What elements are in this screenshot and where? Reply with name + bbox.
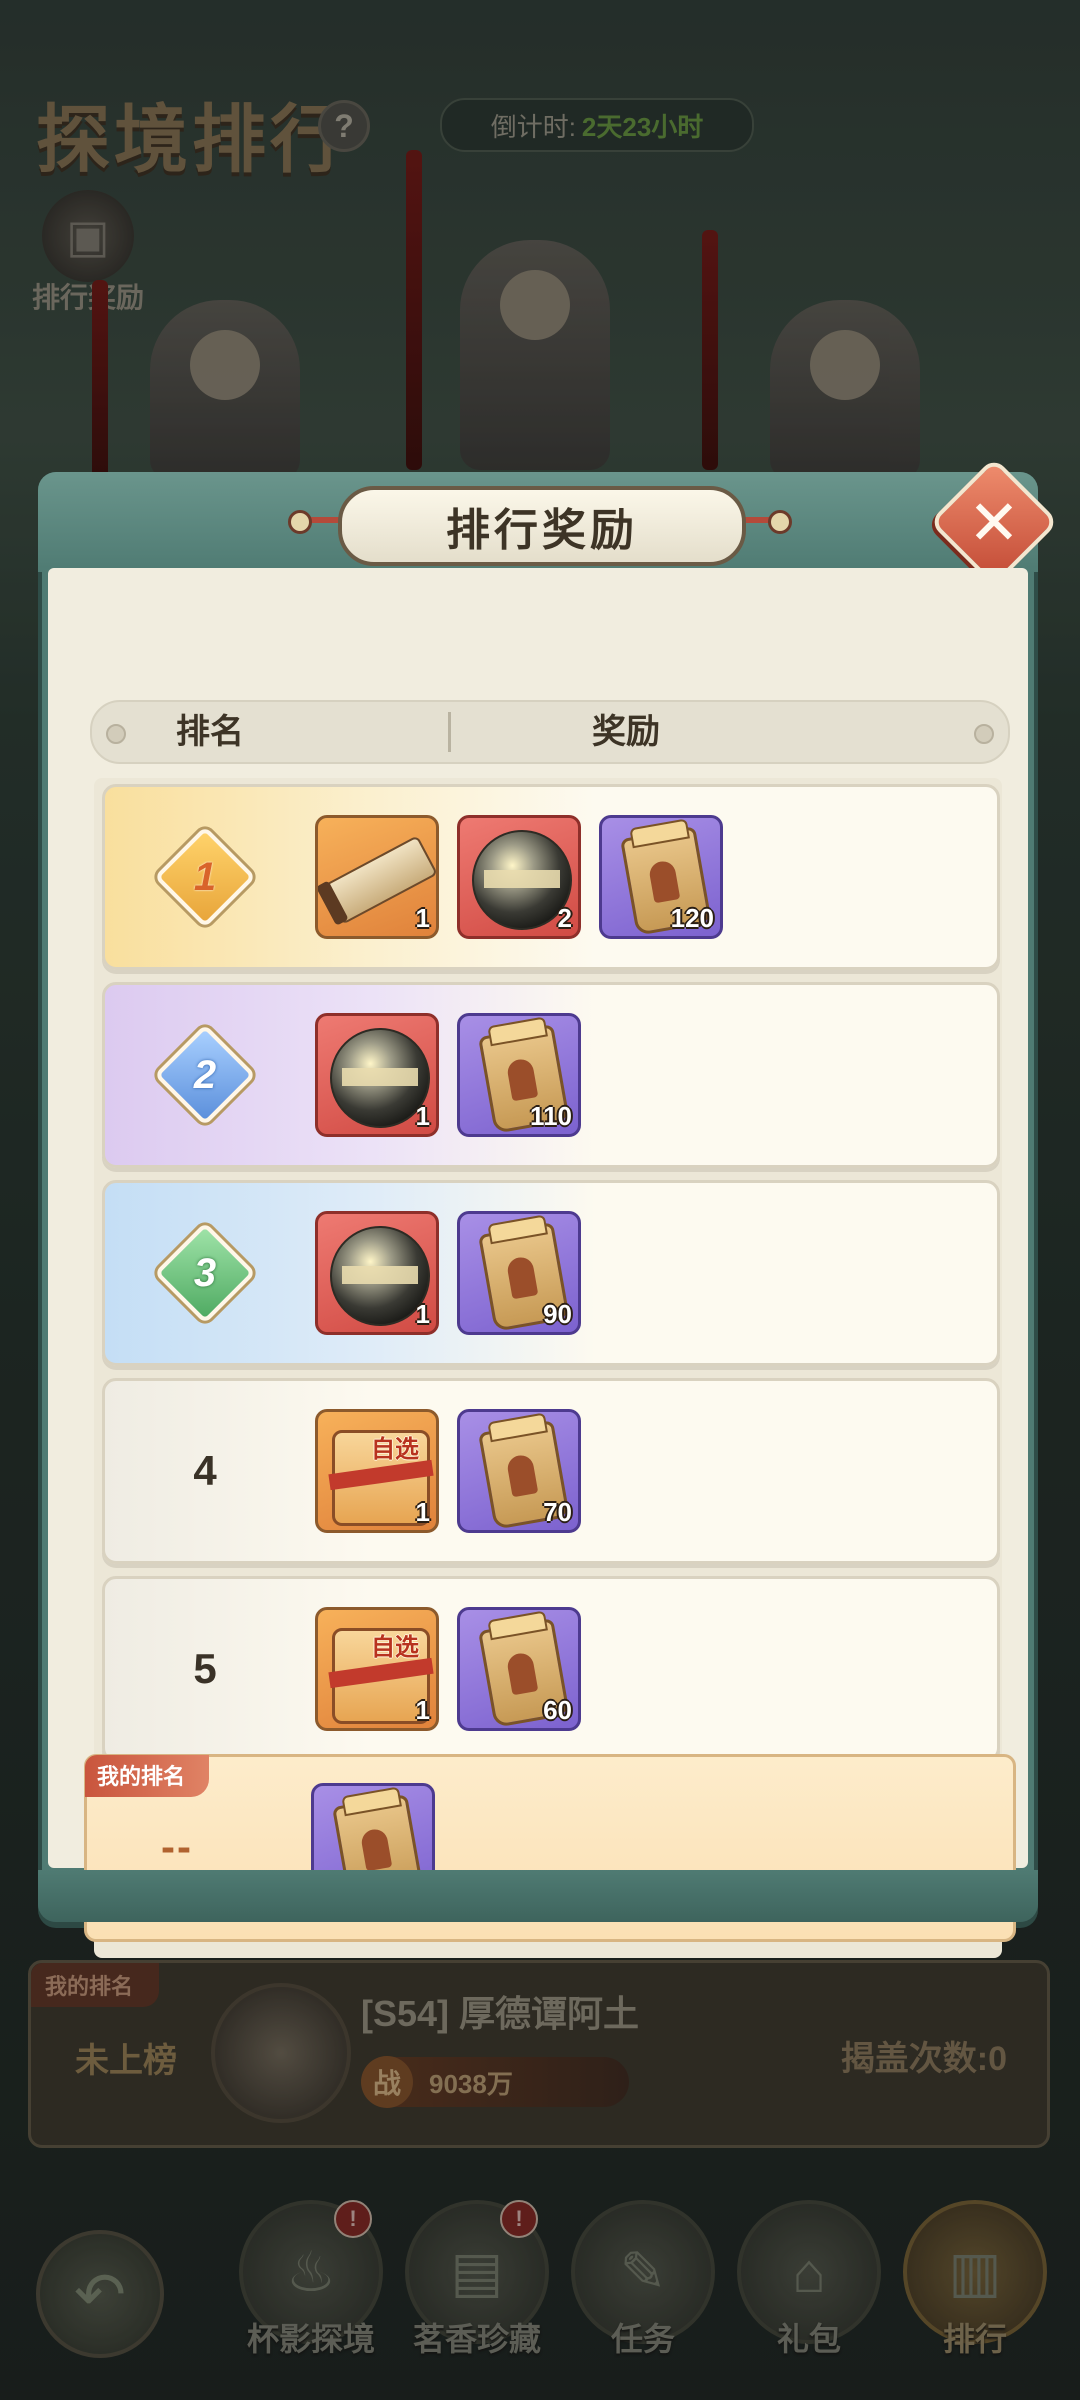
reward-item[interactable]: 1	[315, 1211, 439, 1335]
token-crown	[629, 818, 690, 849]
header-dot	[974, 724, 994, 744]
orb-band	[484, 870, 560, 888]
item-quantity: 120	[670, 903, 714, 933]
orb-band	[342, 1266, 418, 1284]
title-knob	[288, 510, 312, 534]
token-silhouette	[359, 1827, 393, 1872]
item-quantity: 60	[543, 1695, 572, 1725]
token-silhouette	[505, 1255, 539, 1300]
rank-badge: 4	[155, 1421, 255, 1521]
orb-band	[342, 1068, 418, 1086]
rank-number: 4	[193, 1447, 217, 1494]
select-text: 自选	[371, 1436, 419, 1463]
reward-item[interactable]: 1	[315, 815, 439, 939]
reward-row: 3 1 90	[102, 1180, 1000, 1366]
reward-item[interactable]: 2	[457, 815, 581, 939]
item-quantity: 1	[415, 1497, 430, 1527]
token-silhouette	[505, 1057, 539, 1102]
token-crown	[487, 1016, 548, 1047]
reward-item[interactable]: 60	[457, 1607, 581, 1731]
token-silhouette	[647, 859, 681, 904]
rank-reward-modal: 排行奖励 ✕ 排名 奖励 1 1 2 120 2 1 110 3 1 90 4 …	[38, 456, 1060, 1958]
my-rank-tag: 我的排名	[85, 1755, 210, 1797]
reward-item[interactable]: 70	[457, 1409, 581, 1533]
modal-body: 排名 奖励 1 1 2 120 2 1 110 3 1 90 4 自选 1 70…	[48, 568, 1028, 1958]
rank-badge: 2	[154, 1024, 256, 1126]
reward-item[interactable]: 90	[457, 1211, 581, 1335]
column-divider	[448, 712, 451, 752]
token-crown	[487, 1412, 548, 1443]
token-crown	[341, 1786, 402, 1817]
token-crown	[487, 1214, 548, 1245]
column-reward: 奖励	[592, 713, 660, 751]
column-rank: 排名	[176, 713, 244, 751]
item-quantity: 1	[415, 1101, 430, 1131]
rank-number: 3	[193, 1250, 217, 1295]
rank-number: 2	[193, 1052, 217, 1097]
reward-row: 5 自选 1 60	[102, 1576, 1000, 1762]
reward-item[interactable]: 120	[599, 815, 723, 939]
rank-number: 5	[193, 1645, 217, 1692]
scroll-cap	[318, 880, 349, 926]
select-ribbon	[328, 1459, 434, 1491]
reward-row: 2 1 110	[102, 982, 1000, 1168]
reward-item[interactable]: 自选 1	[315, 1409, 439, 1533]
close-icon: ✕	[968, 488, 1020, 558]
reward-item[interactable]: 自选 1	[315, 1607, 439, 1731]
token-silhouette	[505, 1453, 539, 1498]
select-text: 自选	[371, 1634, 419, 1661]
reward-item[interactable]: 1	[315, 1013, 439, 1137]
item-quantity: 1	[415, 1695, 430, 1725]
rank-number: 1	[193, 854, 217, 899]
reward-row: 1 1 2 120	[102, 784, 1000, 970]
item-quantity: 110	[530, 1101, 572, 1131]
item-quantity: 2	[557, 903, 572, 933]
reward-row: 4 自选 1 70	[102, 1378, 1000, 1564]
reward-item[interactable]: 110	[457, 1013, 581, 1137]
item-quantity: 90	[543, 1299, 572, 1329]
token-silhouette	[505, 1651, 539, 1696]
modal-footer-band	[38, 1870, 1038, 1922]
item-quantity: 70	[543, 1497, 572, 1527]
modal-title: 排行奖励	[338, 486, 746, 566]
token-crown	[487, 1610, 548, 1641]
item-quantity: 1	[415, 903, 430, 933]
rank-badge: 5	[155, 1619, 255, 1719]
item-quantity: 1	[415, 1299, 430, 1329]
column-header: 排名 奖励	[90, 700, 1010, 764]
header-dot	[106, 724, 126, 744]
my-rank-value: --	[161, 1823, 193, 1870]
rank-badge: 1	[154, 826, 256, 928]
select-ribbon	[328, 1657, 434, 1689]
title-knob	[768, 510, 792, 534]
rank-badge: 3	[154, 1222, 256, 1324]
